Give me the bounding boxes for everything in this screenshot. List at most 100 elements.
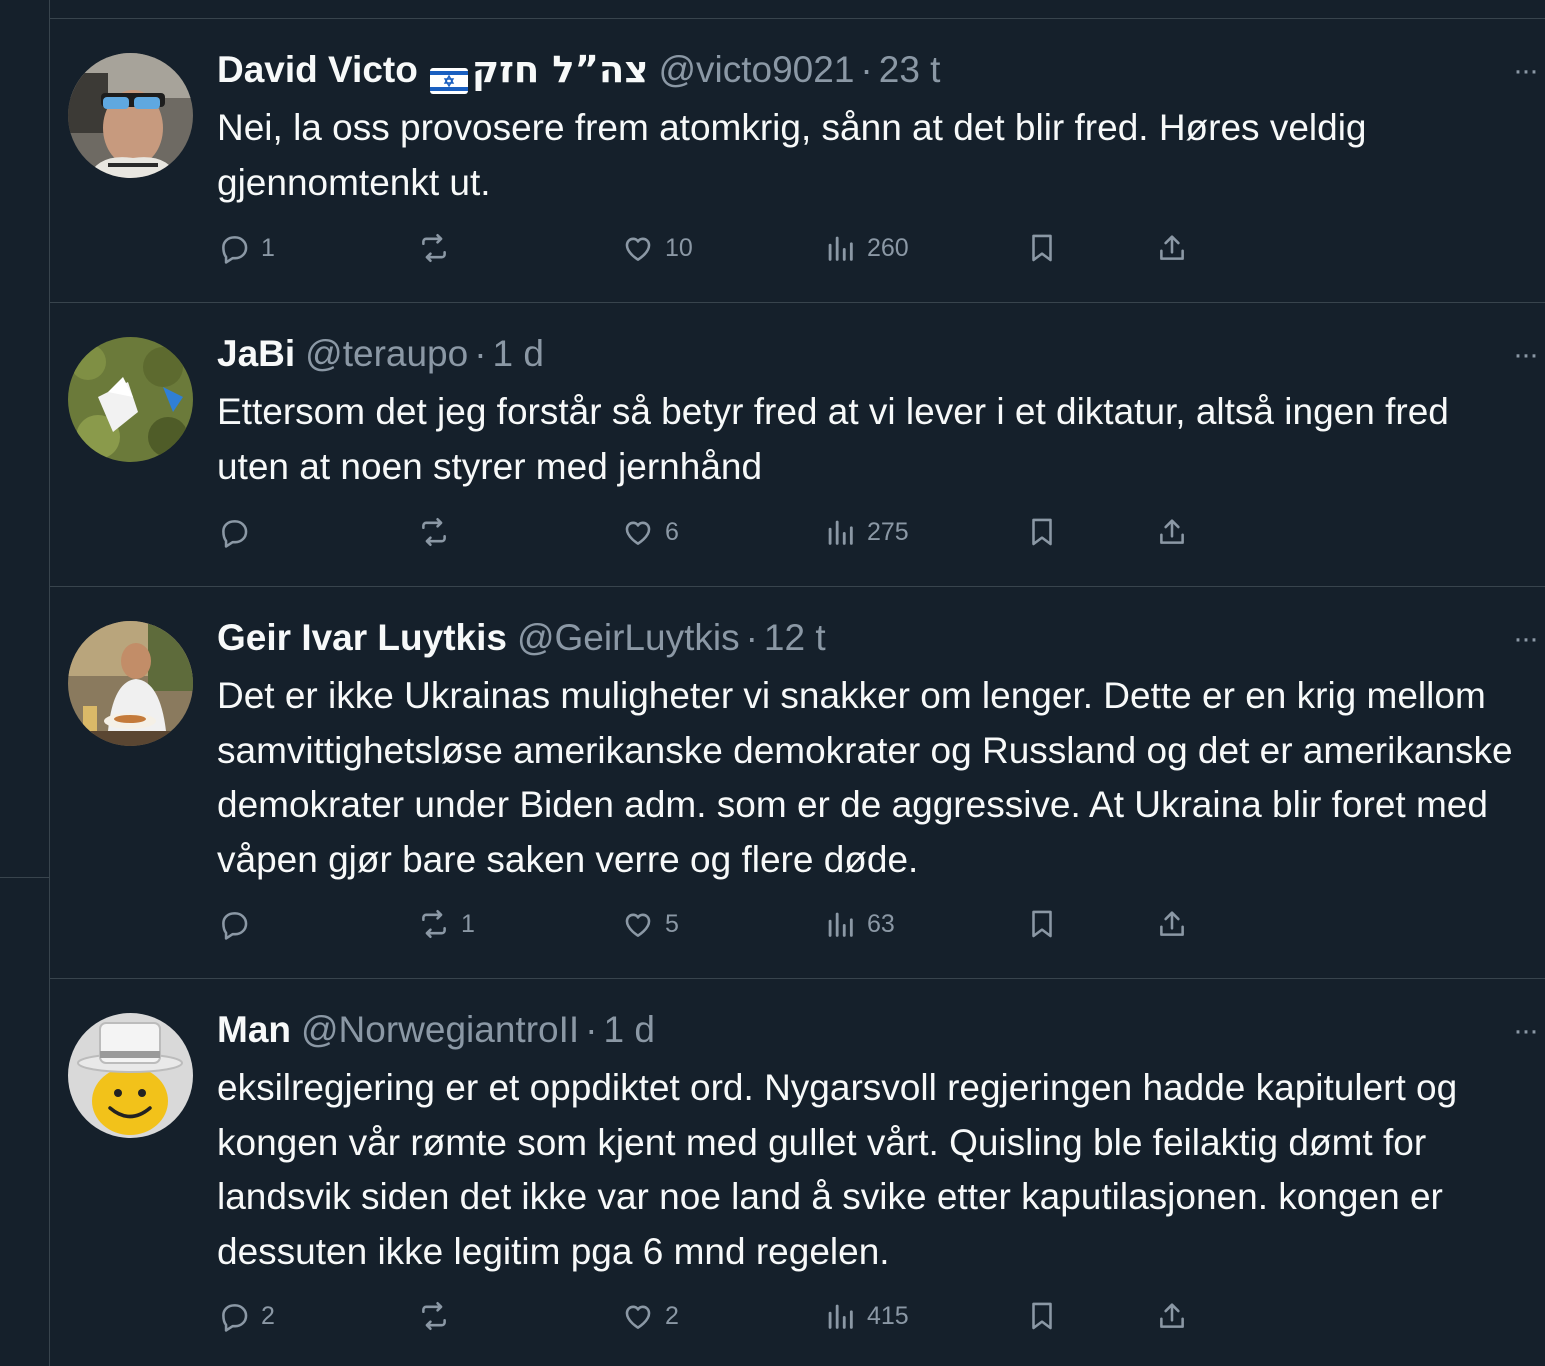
avatar-image: [68, 621, 193, 746]
tweet[interactable]: David Victo צה”ל חזק @victo9021 · 23 t ·…: [50, 19, 1545, 303]
share-icon: [1160, 911, 1184, 936]
share-button[interactable]: [1155, 512, 1189, 552]
tweet[interactable]: Geir Ivar Luytkis @GeirLuytkis · 12 t ··…: [50, 587, 1545, 979]
like-icon: [625, 913, 651, 937]
reply-count: 1: [261, 233, 275, 262]
action-bar: 2 2 415: [217, 1296, 1217, 1336]
avatar[interactable]: [68, 1013, 193, 1138]
retweet-icon: [422, 1301, 446, 1331]
avatar[interactable]: [68, 53, 193, 178]
timestamp[interactable]: 23 t: [879, 45, 941, 95]
bookmark-icon: [1032, 234, 1052, 262]
views-button[interactable]: 275: [823, 512, 909, 552]
tweet[interactable]: Man @NorwegiantroII · 1 d ··· eksilregje…: [50, 979, 1545, 1366]
avatar[interactable]: [68, 621, 193, 746]
reply-count: 2: [261, 1301, 275, 1330]
tweet-text: Ettersom det jeg forstår så betyr fred a…: [217, 391, 1449, 487]
action-bar: 1 10 260: [217, 228, 1217, 268]
like-icon: [625, 1305, 651, 1329]
retweet-button[interactable]: [417, 1296, 461, 1336]
reply-button[interactable]: [217, 904, 261, 944]
timestamp[interactable]: 1 d: [493, 329, 544, 379]
reply-icon: [222, 1304, 248, 1332]
share-icon: [1160, 1303, 1184, 1328]
retweet-icon: [422, 517, 446, 547]
share-button[interactable]: [1155, 904, 1189, 944]
like-button[interactable]: 5: [621, 904, 679, 944]
tweet-text: Nei, la oss provosere frem atomkrig, sån…: [217, 107, 1367, 203]
bookmark-button[interactable]: [1025, 228, 1059, 268]
left-column: [0, 0, 50, 1366]
israel-flag-icon: [429, 57, 468, 94]
user-handle[interactable]: @victo9021: [658, 45, 854, 95]
views-button[interactable]: 260: [823, 228, 909, 268]
action-bar: 6 275: [217, 512, 1217, 552]
user-handle[interactable]: @GeirLuytkis: [517, 613, 740, 663]
reply-icon: [222, 236, 248, 264]
share-icon: [1160, 235, 1184, 260]
like-icon: [625, 521, 651, 545]
tweet[interactable]: JaBi @teraupo · 1 d ··· Ettersom det jeg…: [50, 303, 1545, 587]
like-count: 6: [665, 517, 679, 546]
separator: ·: [745, 617, 758, 658]
more-icon[interactable]: ···: [1505, 56, 1545, 86]
tweet-header: David Victo צה”ל חזק @victo9021 · 23 t: [217, 45, 1485, 95]
separator: ·: [474, 333, 487, 374]
retweet-button[interactable]: [417, 512, 461, 552]
bookmark-button[interactable]: [1025, 1296, 1059, 1336]
share-icon: [1160, 519, 1184, 544]
avatar-image: [68, 1013, 193, 1138]
views-button[interactable]: 63: [823, 904, 895, 944]
timestamp[interactable]: 1 d: [604, 1005, 655, 1055]
views-icon: [828, 236, 853, 261]
view-count: 275: [867, 517, 909, 546]
separator: ·: [585, 1009, 598, 1050]
reply-button[interactable]: 2: [217, 1296, 275, 1336]
like-button[interactable]: 2: [621, 1296, 679, 1336]
views-icon: [828, 912, 853, 937]
reply-thread: David Victo צה”ל חזק @victo9021 · 23 t ·…: [0, 0, 1545, 1366]
user-handle[interactable]: @teraupo: [305, 329, 468, 379]
share-button[interactable]: [1155, 1296, 1189, 1336]
tweet-header: Geir Ivar Luytkis @GeirLuytkis · 12 t: [217, 613, 1485, 663]
more-icon[interactable]: ···: [1505, 340, 1545, 370]
display-name[interactable]: Man: [217, 1005, 291, 1055]
views-icon: [828, 520, 853, 545]
like-button[interactable]: 10: [621, 228, 693, 268]
tweet-header: Man @NorwegiantroII · 1 d: [217, 1005, 1485, 1055]
retweet-button[interactable]: [417, 228, 461, 268]
reply-icon: [222, 520, 248, 548]
more-icon[interactable]: ···: [1505, 624, 1545, 654]
bookmark-icon: [1032, 910, 1052, 938]
retweet-icon: [422, 909, 446, 939]
reply-button[interactable]: [217, 512, 261, 552]
bookmark-button[interactable]: [1025, 512, 1059, 552]
like-count: 2: [665, 1301, 679, 1330]
timestamp[interactable]: 12 t: [764, 613, 826, 663]
views-button[interactable]: 415: [823, 1296, 909, 1336]
separator: ·: [860, 49, 873, 90]
tweet-header: JaBi @teraupo · 1 d: [217, 329, 1485, 379]
more-icon[interactable]: ···: [1505, 1016, 1545, 1046]
avatar[interactable]: [68, 337, 193, 462]
bookmark-icon: [1032, 518, 1052, 546]
tweet-text: eksilregjering er et oppdiktet ord. Nyga…: [217, 1067, 1458, 1272]
bookmark-icon: [1032, 1302, 1052, 1330]
reply-icon: [222, 912, 248, 940]
view-count: 415: [867, 1301, 909, 1330]
retweet-button[interactable]: 1: [417, 904, 475, 944]
tweet-text: Det er ikke Ukrainas muligheter vi snakk…: [217, 675, 1513, 880]
avatar-image: [68, 53, 193, 178]
bookmark-button[interactable]: [1025, 904, 1059, 944]
like-button[interactable]: 6: [621, 512, 679, 552]
share-button[interactable]: [1155, 228, 1189, 268]
display-name[interactable]: JaBi: [217, 329, 295, 379]
retweet-count: 1: [461, 909, 475, 938]
reply-button[interactable]: 1: [217, 228, 275, 268]
display-name[interactable]: Geir Ivar Luytkis: [217, 613, 507, 663]
display-name[interactable]: David Victo: [217, 45, 418, 95]
views-icon: [828, 1304, 853, 1329]
like-count: 10: [665, 233, 693, 262]
user-handle[interactable]: @NorwegiantroII: [301, 1005, 579, 1055]
action-bar: 1 5 63: [217, 904, 1217, 944]
